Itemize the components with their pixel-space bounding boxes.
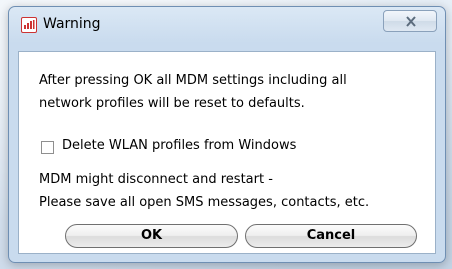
delete-wlan-profiles-checkbox[interactable] (41, 141, 54, 154)
note-line-1: MDM might disconnect and restart - (39, 172, 273, 187)
window-title: Warning (43, 16, 101, 32)
ok-button[interactable]: OK (65, 224, 238, 248)
warning-dialog: Warning After pressing OK all MDM settin… (8, 6, 446, 263)
message-line-1: After pressing OK all MDM settings inclu… (39, 73, 347, 88)
dialog-content: After pressing OK all MDM settings inclu… (18, 51, 436, 254)
close-x-icon (406, 16, 416, 27)
close-button[interactable] (383, 10, 437, 32)
cancel-button[interactable]: Cancel (245, 224, 417, 248)
checkbox-label[interactable]: Delete WLAN profiles from Windows (62, 138, 296, 153)
title-bar[interactable]: Warning (9, 7, 445, 51)
wireless-signal-icon (21, 17, 37, 33)
note-line-2: Please save all open SMS messages, conta… (39, 195, 370, 210)
message-line-2: network profiles will be reset to defaul… (39, 96, 305, 111)
